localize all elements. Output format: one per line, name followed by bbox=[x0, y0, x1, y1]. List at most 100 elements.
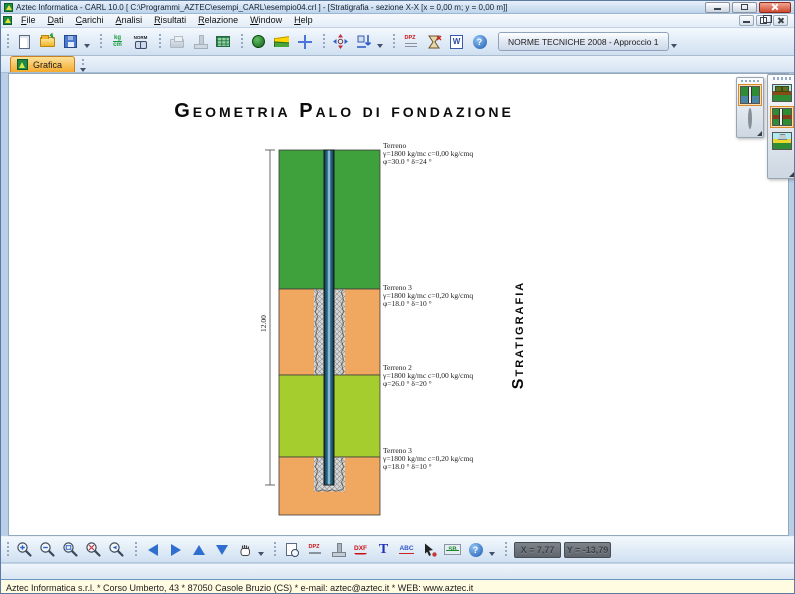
tab-overflow-arrow bbox=[80, 68, 86, 72]
pile-view-button[interactable] bbox=[326, 539, 349, 561]
pan-left-button[interactable] bbox=[141, 539, 164, 561]
minibar-grip[interactable] bbox=[741, 80, 759, 82]
coordinate-x-display: X = 7,77 bbox=[514, 542, 561, 558]
menu-analisi[interactable]: Analisi bbox=[110, 14, 149, 27]
section-line-button[interactable] bbox=[293, 31, 316, 53]
toolbar-grip[interactable] bbox=[7, 34, 9, 50]
mdi-restore-button[interactable] bbox=[756, 15, 771, 26]
tab-grafica[interactable]: Grafica bbox=[10, 56, 75, 72]
toolbar-grip[interactable] bbox=[100, 34, 102, 50]
main-toolbar: kg cm NORM bbox=[1, 28, 794, 56]
pile-data-button[interactable] bbox=[188, 31, 211, 53]
toolbar-grip[interactable] bbox=[393, 34, 395, 50]
pan-up-button[interactable] bbox=[187, 539, 210, 561]
toolbar-overflow-arrow[interactable] bbox=[377, 44, 383, 48]
sb-icon: SB bbox=[444, 544, 461, 555]
layer-1-angles: φ=30.0 ° δ=24 ° bbox=[383, 158, 473, 166]
zoom-out-button[interactable] bbox=[36, 539, 59, 561]
move-section-button[interactable] bbox=[329, 31, 352, 53]
pan-hand-button[interactable] bbox=[233, 539, 256, 561]
soil-table-button[interactable] bbox=[211, 31, 234, 53]
coordinate-y-display: Y = -13,79 bbox=[564, 542, 611, 558]
toolbar-grip[interactable] bbox=[274, 542, 276, 558]
computation-time-button[interactable] bbox=[422, 31, 445, 53]
minibar-resize-corner[interactable] bbox=[789, 172, 794, 177]
units-cm-label: cm bbox=[113, 41, 122, 49]
embankment-button[interactable] bbox=[770, 130, 794, 152]
menu-risultati[interactable]: Risultati bbox=[148, 14, 192, 27]
dxf-export-button[interactable]: DXF bbox=[349, 539, 372, 561]
printer-icon bbox=[170, 39, 184, 48]
norme-tecniche-selector[interactable]: NORME TECNICHE 2008 - Approccio 1 bbox=[498, 32, 669, 51]
toolbar-grip[interactable] bbox=[505, 542, 507, 558]
dpz-icon: DPZ bbox=[405, 36, 417, 48]
icon-green-band bbox=[773, 143, 791, 149]
menu-dati[interactable]: Dati bbox=[42, 14, 70, 27]
zoom-window-button[interactable] bbox=[59, 539, 82, 561]
menu-window[interactable]: Window bbox=[244, 14, 288, 27]
word-export-button[interactable]: W bbox=[445, 31, 468, 53]
pan-right-button[interactable] bbox=[164, 539, 187, 561]
dpz-export-button[interactable]: DPZ bbox=[303, 539, 326, 561]
zoom-extents-button[interactable] bbox=[82, 539, 105, 561]
soil-layers-icon bbox=[274, 36, 289, 47]
pile-shaft bbox=[324, 150, 334, 485]
print-preview-button[interactable] bbox=[280, 539, 303, 561]
units-button[interactable]: kg cm bbox=[106, 31, 129, 53]
minibar-grip[interactable] bbox=[773, 77, 791, 80]
toolbar-overflow-arrow[interactable] bbox=[258, 552, 264, 556]
scale-bar-button[interactable]: SB bbox=[441, 539, 464, 561]
select-style-button[interactable] bbox=[418, 539, 441, 561]
labels-button[interactable]: ABC bbox=[395, 539, 418, 561]
toolbar-grip[interactable] bbox=[7, 542, 9, 558]
toolbar-grip[interactable] bbox=[241, 34, 243, 50]
zoom-out-icon bbox=[39, 541, 56, 558]
mdi-close-button[interactable] bbox=[773, 15, 788, 26]
text-tool-button[interactable]: T bbox=[372, 539, 395, 561]
pile-section-button[interactable] bbox=[247, 31, 270, 53]
zoom-in-button[interactable] bbox=[13, 539, 36, 561]
toolbar-overflow-arrow[interactable] bbox=[489, 552, 495, 556]
stratigraphy-button[interactable] bbox=[270, 31, 293, 53]
dpz-label: DPZ bbox=[405, 36, 416, 42]
dpz-small-icon: DPZ bbox=[309, 545, 321, 554]
app-icon[interactable] bbox=[4, 3, 13, 12]
tab-strip-handle[interactable] bbox=[77, 58, 88, 72]
axes-move-button[interactable] bbox=[352, 31, 375, 53]
section-view-button-selected[interactable] bbox=[738, 84, 762, 106]
close-button[interactable] bbox=[759, 2, 791, 13]
toolbar-grip[interactable] bbox=[323, 34, 325, 50]
open-file-button[interactable] bbox=[36, 31, 59, 53]
toolbar-grip[interactable] bbox=[135, 542, 137, 558]
dpz-button[interactable]: DPZ bbox=[399, 31, 422, 53]
new-document-button[interactable] bbox=[13, 31, 36, 53]
dxf-icon: DXF bbox=[354, 545, 368, 555]
save-button[interactable] bbox=[59, 31, 82, 53]
norms-search-button[interactable]: NORM bbox=[129, 31, 152, 53]
drawing-canvas[interactable]: Geometria Palo di fondazione bbox=[8, 73, 789, 536]
toolbar-grip[interactable] bbox=[159, 34, 161, 50]
minibar-resize-corner[interactable] bbox=[757, 131, 762, 136]
menu-carichi[interactable]: Carichi bbox=[70, 14, 110, 27]
document-icon[interactable] bbox=[3, 16, 12, 25]
minimize-button[interactable] bbox=[705, 2, 730, 13]
menu-relazione[interactable]: Relazione bbox=[192, 14, 244, 27]
help-button[interactable]: ? bbox=[468, 31, 491, 53]
pile-foundation-button-selected[interactable] bbox=[770, 106, 794, 128]
maximize-button[interactable] bbox=[732, 2, 757, 13]
pan-down-button[interactable] bbox=[210, 539, 233, 561]
print-button[interactable] bbox=[165, 31, 188, 53]
graphics-help-button[interactable]: ? bbox=[464, 539, 487, 561]
circle-tool-button[interactable] bbox=[746, 108, 754, 130]
norme-dropdown-arrow[interactable] bbox=[671, 44, 677, 48]
menu-help[interactable]: Help bbox=[288, 14, 319, 27]
output-toolbar-group: DPZ W ? bbox=[391, 30, 491, 54]
toolbar-overflow-arrow[interactable] bbox=[84, 44, 90, 48]
plinth-foundation-button[interactable] bbox=[770, 82, 794, 104]
mdi-minimize-button[interactable] bbox=[739, 15, 754, 26]
mdi-restore-icon bbox=[760, 17, 767, 24]
menu-file[interactable]: File bbox=[15, 14, 42, 27]
binoculars-icon bbox=[135, 41, 147, 48]
title-bar: Aztec Informatica - CARL 10.0 [ C:\Progr… bbox=[1, 1, 794, 14]
zoom-previous-button[interactable] bbox=[105, 539, 128, 561]
